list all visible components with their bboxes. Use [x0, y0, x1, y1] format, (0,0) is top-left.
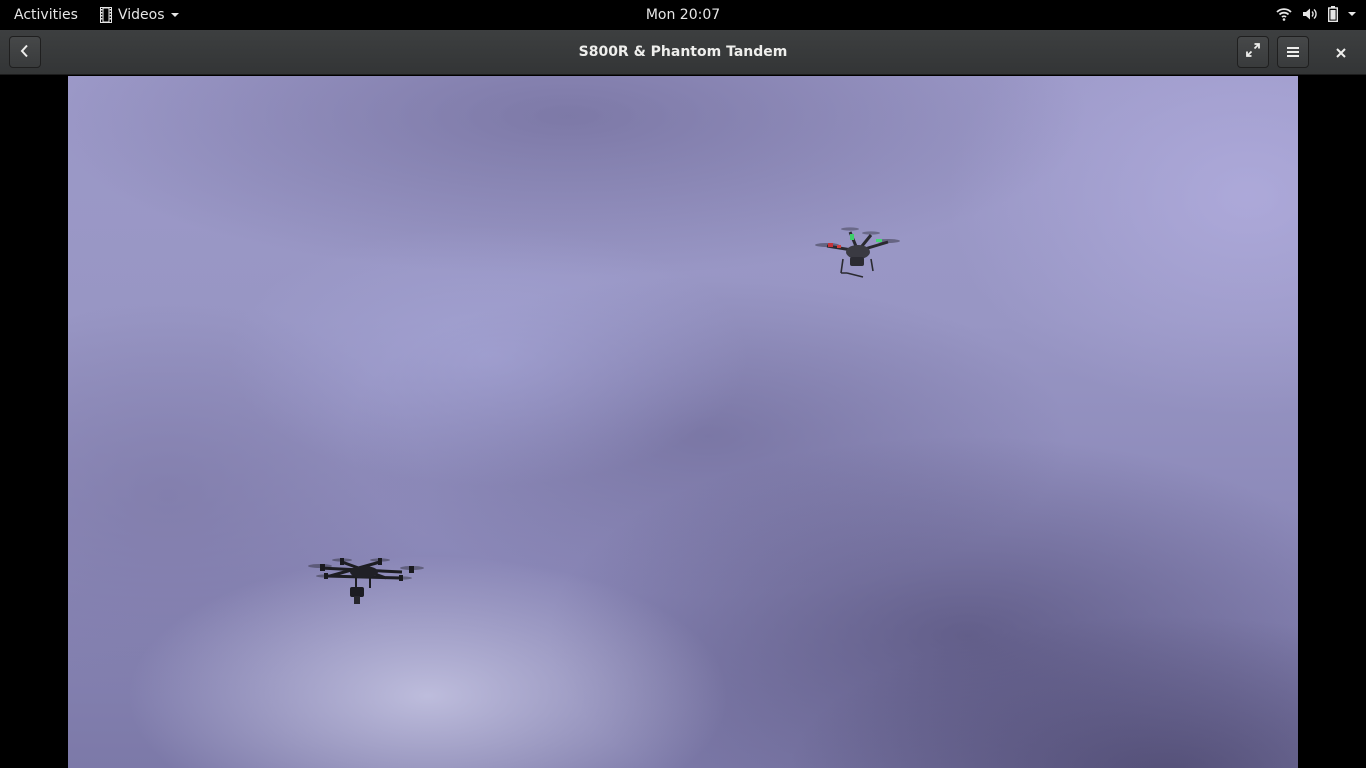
wifi-icon [1276, 7, 1292, 21]
menu-button[interactable] [1277, 36, 1309, 68]
system-menu-arrow-icon [1348, 11, 1356, 17]
view-fullscreen-icon [1245, 42, 1261, 62]
close-button[interactable] [1325, 36, 1357, 68]
window-close-icon [1336, 43, 1346, 62]
clock[interactable]: Mon 20:07 [0, 7, 1366, 23]
fullscreen-button[interactable] [1237, 36, 1269, 68]
open-menu-icon [1287, 43, 1299, 62]
video-area[interactable] [0, 76, 1366, 768]
header-bar: S800R & Phantom Tandem [0, 30, 1366, 75]
top-bar: Activities Videos Mon 20:07 [0, 0, 1366, 30]
window-title: S800R & Phantom Tandem [578, 44, 788, 60]
battery-icon [1328, 6, 1338, 22]
volume-icon [1302, 7, 1318, 21]
hexacopter-drone-image [308, 558, 424, 604]
video-frame[interactable] [68, 76, 1298, 768]
system-status-area[interactable] [1276, 6, 1356, 22]
quadcopter-drone-image [815, 227, 900, 278]
